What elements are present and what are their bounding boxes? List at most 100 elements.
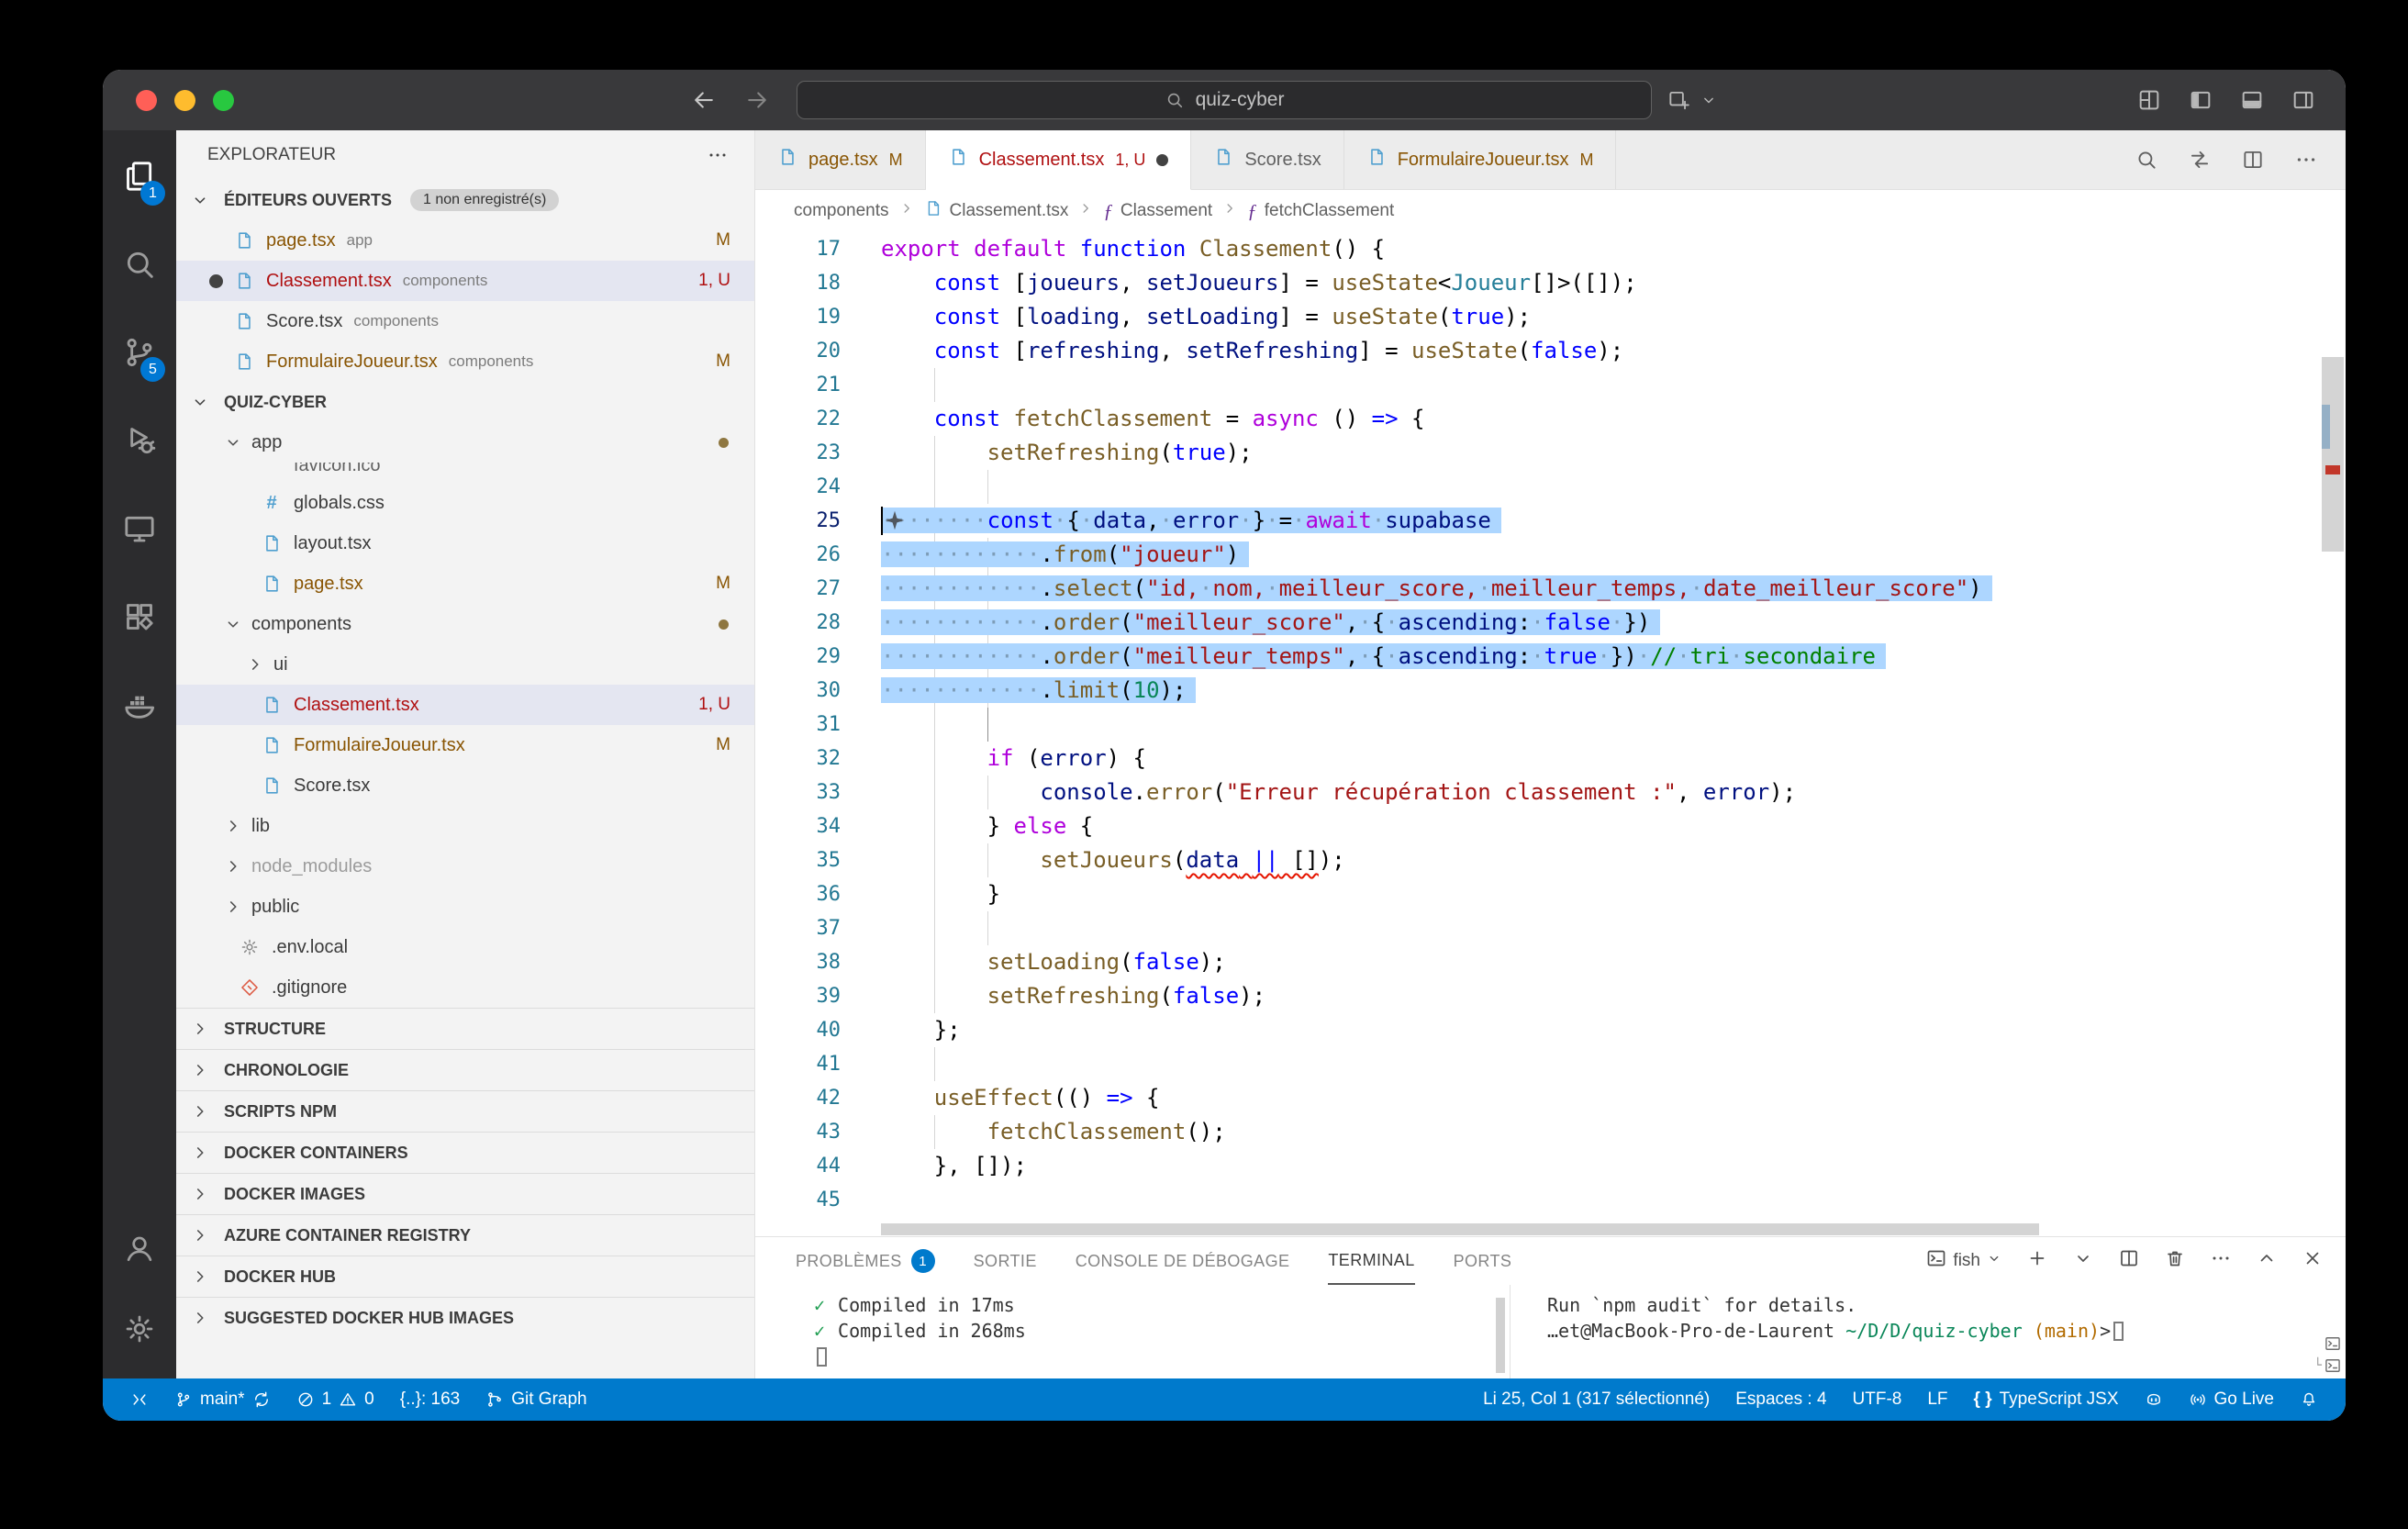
line-number[interactable]: 38 (755, 945, 881, 979)
tab-FormulaireJoueur.tsx[interactable]: FormulaireJoueur.tsxM (1344, 130, 1617, 189)
status-language-mode[interactable]: { }TypeScript JSX (1961, 1378, 2132, 1421)
breadcrumb-item[interactable]: components (794, 201, 889, 221)
sidebar-section-docker-images[interactable]: DOCKER IMAGES (176, 1173, 754, 1214)
line-number[interactable]: 25 (755, 504, 881, 538)
status-encoding[interactable]: UTF-8 (1840, 1378, 1915, 1421)
toggle-secondary-sidebar-icon[interactable] (2291, 87, 2316, 113)
tree-item-node_modules[interactable]: node_modules (176, 846, 754, 887)
tree-item-page.tsx[interactable]: page.tsxM (176, 564, 754, 604)
panel-tab-sortie[interactable]: SORTIE (974, 1237, 1037, 1285)
tab-Score.tsx[interactable]: Score.tsx (1191, 130, 1343, 189)
panel-tab-problèmes[interactable]: PROBLÈMES1 (796, 1237, 935, 1285)
tree-item-components[interactable]: components (176, 604, 754, 644)
tree-item-.env.local[interactable]: .env.local (176, 927, 754, 967)
tree-item-globals.css[interactable]: #globals.css (176, 483, 754, 523)
status-problems-indicator[interactable]: 10 (284, 1378, 387, 1421)
line-number[interactable]: 31 (755, 708, 881, 742)
tree-item-layout.tsx[interactable]: layout.tsx (176, 523, 754, 564)
line-number[interactable]: 28 (755, 606, 881, 640)
activity-item-explorer[interactable]: 1 (103, 134, 176, 222)
activity-item-remote-explorer[interactable] (103, 486, 176, 575)
line-number[interactable]: 19 (755, 300, 881, 334)
status-git-branch-indicator[interactable]: main* (162, 1378, 284, 1421)
search-editor-icon[interactable] (2135, 148, 2158, 172)
line-number[interactable]: 40 (755, 1013, 881, 1047)
line-number[interactable]: 30 (755, 674, 881, 708)
activity-item-docker[interactable] (103, 663, 176, 751)
status-eol-selector[interactable]: LF (1914, 1378, 1960, 1421)
dirty-indicator[interactable] (1156, 154, 1168, 166)
terminal-profiles-dropdown[interactable] (2072, 1247, 2094, 1275)
terminal-pane-left[interactable]: ✓Compiled in 17ms✓Compiled in 268ms (755, 1285, 1510, 1378)
line-number[interactable]: 43 (755, 1115, 881, 1149)
new-terminal[interactable] (2026, 1247, 2048, 1275)
sidebar-section-docker-hub[interactable]: DOCKER HUB (176, 1256, 754, 1297)
open-editor-FormulaireJoueur.tsx[interactable]: FormulaireJoueur.tsxcomponentsM (176, 341, 754, 382)
code-editor[interactable]: 17export default function Classement() {… (755, 232, 2346, 1236)
status-cursor-position[interactable]: Li 25, Col 1 (317 sélectionné) (1470, 1378, 1722, 1421)
line-number[interactable]: 23 (755, 436, 881, 470)
activity-item-settings[interactable] (103, 1290, 176, 1371)
sidebar-section-structure[interactable]: STRUCTURE (176, 1008, 754, 1049)
more-editor-actions-icon[interactable] (2294, 148, 2318, 172)
vertical-scrollbar-thumb[interactable] (2322, 357, 2344, 552)
status-copilot-status[interactable] (2132, 1378, 2176, 1421)
tree-item-FormulaireJoueur.tsx[interactable]: FormulaireJoueur.tsxM (176, 725, 754, 765)
sidebar-section-chronologie[interactable]: CHRONOLOGIE (176, 1049, 754, 1090)
line-number[interactable]: 26 (755, 538, 881, 572)
line-number[interactable]: 17 (755, 232, 881, 266)
tree-item-lib[interactable]: lib (176, 806, 754, 846)
open-editor-page.tsx[interactable]: page.tsxappM (176, 220, 754, 261)
activity-item-extensions[interactable] (103, 575, 176, 663)
status-bracket-counter[interactable]: {..}: 163 (387, 1378, 474, 1421)
tree-item-Score.tsx[interactable]: Score.tsx (176, 765, 754, 806)
breadcrumb-item[interactable]: ƒClassement (1103, 200, 1212, 223)
status-indentation[interactable]: Espaces : 4 (1722, 1378, 1839, 1421)
activity-item-source-control[interactable]: 5 (103, 310, 176, 398)
close-window-button[interactable] (136, 90, 157, 111)
sidebar-section-docker-containers[interactable]: DOCKER CONTAINERS (176, 1132, 754, 1173)
panel-tab-terminal[interactable]: TERMINAL (1328, 1237, 1414, 1285)
tree-item-ui[interactable]: ui (176, 644, 754, 685)
line-number[interactable]: 45 (755, 1183, 881, 1217)
navigate-back-icon[interactable] (690, 86, 718, 114)
line-number[interactable]: 27 (755, 572, 881, 606)
tree-item-favicon.ico[interactable]: favicon.ico (176, 463, 754, 483)
panel-tab-console de débogage[interactable]: CONSOLE DE DÉBOGAGE (1076, 1237, 1290, 1285)
customize-layout-icon[interactable] (2136, 87, 2162, 113)
line-number[interactable]: 33 (755, 776, 881, 809)
more-terminal-actions[interactable] (2210, 1247, 2232, 1275)
panel-tab-ports[interactable]: PORTS (1454, 1237, 1512, 1285)
sidebar-more-actions-icon[interactable] (707, 144, 729, 166)
terminal-tabs-list[interactable]: └ (2292, 1334, 2342, 1375)
line-number[interactable]: 36 (755, 877, 881, 911)
tree-item-public[interactable]: public (176, 887, 754, 927)
open-changes-icon[interactable] (2188, 148, 2212, 172)
new-chat-icon[interactable] (1667, 88, 1690, 112)
activity-item-search[interactable] (103, 222, 176, 310)
horizontal-scrollbar[interactable] (881, 1223, 2039, 1235)
close-panel[interactable] (2302, 1247, 2324, 1275)
sidebar-section-suggested-docker-hub-images[interactable]: SUGGESTED DOCKER HUB IMAGES (176, 1297, 754, 1338)
line-number[interactable]: 22 (755, 402, 881, 436)
line-number[interactable]: 18 (755, 266, 881, 300)
line-number[interactable]: 21 (755, 368, 881, 402)
split-editor-icon[interactable] (2241, 148, 2265, 172)
overview-ruler[interactable] (2320, 232, 2346, 1222)
tree-item-app[interactable]: app (176, 422, 754, 463)
split-terminal[interactable] (2118, 1247, 2140, 1275)
project-section-header[interactable]: QUIZ-CYBER (176, 382, 754, 422)
breadcrumb-item[interactable]: ƒfetchClassement (1247, 200, 1394, 223)
toggle-primary-sidebar-icon[interactable] (2188, 87, 2213, 113)
tree-item-.gitignore[interactable]: .gitignore (176, 967, 754, 1008)
line-number[interactable]: 29 (755, 640, 881, 674)
toggle-panel-icon[interactable] (2239, 87, 2265, 113)
terminal-instance-item[interactable] (2324, 1334, 2342, 1353)
terminal-pane-right[interactable]: Run `npm audit` for details.…et@MacBook-… (1511, 1285, 2346, 1378)
zoom-window-button[interactable] (213, 90, 234, 111)
shell-picker[interactable]: fish (1925, 1247, 2002, 1275)
line-number[interactable]: 20 (755, 334, 881, 368)
line-number[interactable]: 32 (755, 742, 881, 776)
open-editor-Score.tsx[interactable]: Score.tsxcomponents (176, 301, 754, 341)
maximize-panel[interactable] (2256, 1247, 2278, 1275)
